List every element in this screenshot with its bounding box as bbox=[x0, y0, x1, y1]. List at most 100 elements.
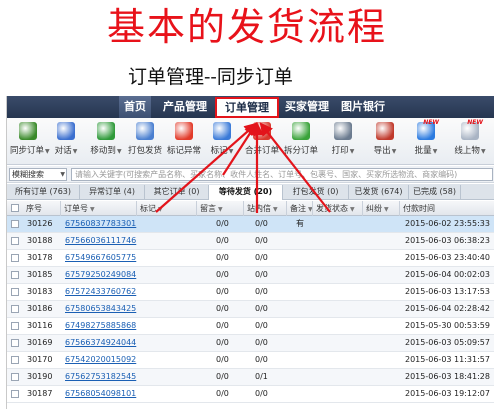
nav-item-image-bank[interactable]: 图片银行 bbox=[337, 96, 389, 118]
toolbar-button-6[interactable]: 合并订单 bbox=[243, 122, 281, 162]
column-header-0[interactable]: 序号 bbox=[23, 201, 61, 216]
chevron-down-icon: ▼ bbox=[432, 148, 438, 155]
order-table-body: 30126 67560837783301 0/0 0/0 有 2015-06-02 23:… bbox=[7, 216, 494, 409]
row-checkbox[interactable] bbox=[11, 220, 19, 228]
tab-4[interactable]: 打包发货 (0) bbox=[283, 185, 349, 200]
toolbar-label-text: 合并订单 bbox=[244, 146, 279, 156]
row-checkbox[interactable] bbox=[11, 390, 19, 398]
cell-order-link[interactable]: 67542020015092 bbox=[65, 352, 137, 368]
nav-item-products[interactable]: 产品管理 bbox=[157, 96, 213, 118]
table-row[interactable]: 30178 67549667605775 0/0 0/0 2015-06-03 23:4… bbox=[7, 250, 494, 267]
chevron-down-icon: ▼ bbox=[158, 206, 163, 213]
row-checkbox[interactable] bbox=[11, 271, 19, 279]
column-header-4[interactable]: 站内信 ▼ bbox=[244, 201, 287, 216]
column-header-label: 发货状态 bbox=[316, 204, 348, 213]
search-input[interactable]: 请输入关键字(可搜索产品名称、买家名称、收件人姓名、订单号、包裹号、国家、买家所… bbox=[71, 168, 493, 181]
toolbar-label: 标记异常 bbox=[165, 144, 203, 156]
tab-2[interactable]: 其它订单 (0) bbox=[145, 185, 209, 200]
table-row[interactable]: 30183 67572433760762 0/0 0/0 2015-06-03 13:1… bbox=[7, 284, 494, 301]
merge-order-icon bbox=[253, 122, 271, 140]
row-checkbox[interactable] bbox=[11, 339, 19, 347]
toolbar-button-8[interactable]: 打印▼ bbox=[325, 122, 361, 162]
table-row[interactable]: 30170 67542020015092 0/0 0/0 2015-06-03 11:3… bbox=[7, 352, 494, 369]
cell-order-link[interactable]: 67568054098101 bbox=[65, 386, 137, 402]
row-checkbox[interactable] bbox=[11, 356, 19, 364]
cell-order-link[interactable]: 67566374924044 bbox=[65, 335, 137, 351]
tab-0[interactable]: 所有订单 (763) bbox=[7, 185, 80, 200]
cell-inbox: 0/0 bbox=[255, 219, 268, 228]
toolbar-button-11[interactable]: NEW 线上物▼ bbox=[449, 119, 491, 162]
table-row[interactable]: 30169 67566374924044 0/0 0/0 2015-06-03 05:0… bbox=[7, 335, 494, 352]
toolbar-button-5[interactable]: 标记▼ bbox=[205, 122, 239, 162]
toolbar-button-2[interactable]: 移动到▼ bbox=[87, 122, 125, 162]
table-row[interactable]: 30190 67562753182545 0/0 0/1 2015-06-03 18:4… bbox=[7, 369, 494, 386]
cell-seq: 30188 bbox=[27, 236, 53, 245]
column-header-8[interactable]: 付款时间 bbox=[400, 201, 494, 216]
toolbar-button-1[interactable]: 对话▼ bbox=[49, 122, 83, 162]
cell-note bbox=[296, 335, 312, 351]
table-row[interactable]: 30188 67566036111746 0/0 0/0 2015-06-03 06:3… bbox=[7, 233, 494, 250]
select-all-checkbox[interactable] bbox=[11, 204, 19, 212]
cell-order-link[interactable]: 67580653843425 bbox=[65, 301, 137, 317]
chevron-down-icon: ▼ bbox=[480, 148, 486, 155]
row-checkbox[interactable] bbox=[11, 373, 19, 381]
table-row[interactable]: 30126 67560837783301 0/0 0/0 有 2015-06-02 23:… bbox=[7, 216, 494, 233]
table-row[interactable]: 30187 67568054098101 0/0 0/0 2015-06-03 19:1… bbox=[7, 386, 494, 403]
toolbar-label-text: 标记 bbox=[210, 146, 228, 156]
table-row[interactable]: 30185 67579250249084 0/0 0/0 2015-06-04 00:0… bbox=[7, 267, 494, 284]
toolbar-button-4[interactable]: 标记异常 bbox=[165, 122, 203, 162]
toolbar-label: 打包发货 bbox=[127, 144, 163, 156]
cell-inbox: 0/0 bbox=[255, 338, 268, 347]
cell-inbox: 0/0 bbox=[255, 389, 268, 398]
row-checkbox[interactable] bbox=[11, 237, 19, 245]
chevron-down-icon: ▼ bbox=[228, 148, 234, 155]
pack-ship-icon bbox=[136, 122, 154, 140]
toolbar-label: 批量▼ bbox=[407, 144, 445, 156]
cell-order-link[interactable]: 67498275885868 bbox=[65, 318, 137, 334]
cell-paid-time: 2015-05-30 00:53:59 bbox=[405, 321, 490, 330]
row-checkbox[interactable] bbox=[11, 254, 19, 262]
toolbar-label-text: 导出 bbox=[373, 146, 391, 156]
table-row[interactable]: 30116 67498275885868 0/0 0/0 2015-05-30 00:5… bbox=[7, 318, 494, 335]
chevron-down-icon: ▼ bbox=[60, 171, 65, 178]
row-checkbox[interactable] bbox=[11, 288, 19, 296]
cell-paid-time: 2015-06-03 05:09:57 bbox=[405, 338, 490, 347]
row-checkbox[interactable] bbox=[11, 322, 19, 330]
column-header-3[interactable]: 留言 ▼ bbox=[197, 201, 244, 216]
column-header-1[interactable]: 订单号 ▼ bbox=[61, 201, 137, 216]
row-checkbox[interactable] bbox=[11, 305, 19, 313]
cell-order-link[interactable]: 67549667605775 bbox=[65, 250, 137, 266]
cell-seq: 30185 bbox=[27, 270, 53, 279]
cell-order-link[interactable]: 67572433760762 bbox=[65, 284, 137, 300]
tab-6[interactable]: 已完成 (58) bbox=[409, 185, 461, 200]
printer-icon bbox=[334, 122, 352, 140]
toolbar-button-9[interactable]: 导出▼ bbox=[367, 122, 403, 162]
batch-icon: NEW bbox=[417, 119, 439, 140]
toolbar-button-7[interactable]: 拆分订单 bbox=[282, 122, 320, 162]
cell-order-link[interactable]: 67560837783301 bbox=[65, 216, 137, 232]
nav-item-buyers[interactable]: 买家管理 bbox=[281, 96, 333, 118]
cell-order-link[interactable]: 67566036111746 bbox=[65, 233, 137, 249]
nav-item-home[interactable]: 首页 bbox=[119, 96, 151, 118]
toolbar-label-text: 对话 bbox=[54, 146, 72, 156]
toolbar-button-3[interactable]: 打包发货 bbox=[127, 122, 163, 162]
toolbar-button-0[interactable]: 同步订单▼ bbox=[10, 122, 50, 162]
new-badge: NEW bbox=[423, 119, 439, 126]
cell-order-link[interactable]: 67562753182545 bbox=[65, 369, 137, 385]
tab-5[interactable]: 已发货 (674) bbox=[349, 185, 409, 200]
search-mode-select[interactable]: 模糊搜索 ▼ bbox=[9, 168, 67, 181]
cell-inbox: 0/0 bbox=[255, 270, 268, 279]
column-header-6[interactable]: 发货状态 ▼ bbox=[313, 201, 363, 216]
column-header-7[interactable]: 纠纷 ▼ bbox=[363, 201, 400, 216]
tab-1[interactable]: 异常订单 (4) bbox=[80, 185, 145, 200]
column-header-2[interactable]: 标记 ▼ bbox=[137, 201, 197, 216]
tab-3[interactable]: 等待发货 (20) bbox=[209, 185, 283, 200]
toolbar-button-10[interactable]: NEW 批量▼ bbox=[407, 119, 445, 162]
order-status-tabs: 所有订单 (763) 异常订单 (4) 其它订单 (0) 等待发货 (20) 打包发货 … bbox=[7, 184, 494, 200]
cell-inbox: 0/0 bbox=[255, 321, 268, 330]
nav-item-orders[interactable]: 订单管理 bbox=[215, 97, 279, 118]
table-row[interactable]: 30186 67580653843425 0/0 0/0 2015-06-04 02:2… bbox=[7, 301, 494, 318]
cell-order-link[interactable]: 67579250249084 bbox=[65, 267, 137, 283]
cell-note bbox=[296, 233, 312, 249]
column-header-5[interactable]: 备注 ▼ bbox=[287, 201, 313, 216]
